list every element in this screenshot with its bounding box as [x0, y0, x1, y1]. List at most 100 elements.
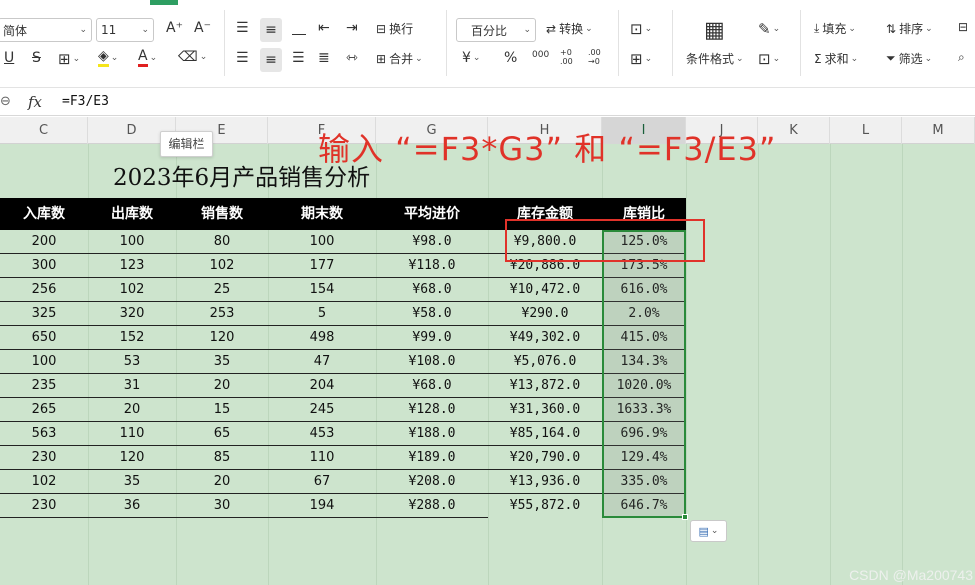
table-cell[interactable]: 204	[268, 374, 376, 398]
increase-decimal-button[interactable]: +0 .00	[560, 48, 580, 66]
filter-button[interactable]: ⏷ 筛选 ⌄	[886, 50, 932, 67]
border-button[interactable]: ⊞ ⌄	[58, 50, 80, 68]
justify-icon[interactable]: ≣	[318, 50, 330, 66]
align-bottom-icon[interactable]: ⎽	[292, 20, 306, 36]
table-cell[interactable]: ¥85,164.0	[488, 422, 602, 446]
underline-button[interactable]: U	[4, 50, 14, 66]
table-cell[interactable]: 35	[88, 470, 176, 494]
table-cell[interactable]: ¥188.0	[376, 422, 488, 446]
table-cell[interactable]: 123	[88, 254, 176, 278]
number-format-select[interactable]: 百分比 ⌄	[456, 18, 536, 42]
table-cell[interactable]: 100	[0, 350, 88, 374]
fill-color-button[interactable]: ◈ ⌄	[98, 48, 118, 67]
table-cell[interactable]: 5	[268, 302, 376, 326]
column-header-c[interactable]: C	[0, 117, 88, 144]
table-cell[interactable]: 25	[176, 278, 268, 302]
header-cell[interactable]: 出库数	[88, 198, 176, 230]
table-cell[interactable]: ¥13,872.0	[488, 374, 602, 398]
table-cell[interactable]: 35	[176, 350, 268, 374]
table-cell[interactable]: 15	[176, 398, 268, 422]
table-cell[interactable]: 20	[88, 398, 176, 422]
table-cell[interactable]: 47	[268, 350, 376, 374]
table-cell[interactable]: ¥20,790.0	[488, 446, 602, 470]
table-cell[interactable]: ¥68.0	[376, 374, 488, 398]
table-cell[interactable]: 650	[0, 326, 88, 350]
table-cell[interactable]: 20	[176, 470, 268, 494]
quick-analysis-button[interactable]: ▤ ⌄	[690, 520, 727, 542]
table-cell[interactable]: 230	[0, 494, 88, 518]
cell-style-button[interactable]: ✎ ⌄	[758, 20, 780, 38]
table-cell[interactable]: ¥49,302.0	[488, 326, 602, 350]
fx-icon[interactable]: fx	[28, 93, 42, 111]
header-cell[interactable]: 入库数	[0, 198, 88, 230]
table-cell[interactable]: ¥128.0	[376, 398, 488, 422]
header-cell[interactable]: 期末数	[268, 198, 376, 230]
currency-button[interactable]: ¥ ⌄	[462, 50, 480, 66]
table-cell[interactable]: 154	[268, 278, 376, 302]
merge-button[interactable]: ⊞ 合并 ⌄	[376, 50, 423, 67]
align-right-icon[interactable]: ☰	[292, 50, 305, 66]
column-header-m[interactable]: M	[902, 117, 975, 144]
align-left-icon[interactable]: ☰	[236, 50, 249, 66]
table-cell[interactable]: 100	[268, 230, 376, 254]
clear-format-button[interactable]: ⌫ ⌄	[178, 49, 207, 65]
table-cell[interactable]: 235	[0, 374, 88, 398]
table-cell[interactable]: 325	[0, 302, 88, 326]
zoom-icon[interactable]: ⊖	[0, 94, 11, 109]
table-cell[interactable]: 67	[268, 470, 376, 494]
sort-button[interactable]: ⇅ 排序 ⌄	[886, 20, 933, 37]
table-cell[interactable]: 177	[268, 254, 376, 278]
align-middle-icon[interactable]: ≡	[260, 18, 282, 42]
table-cell[interactable]: 320	[88, 302, 176, 326]
find-icon[interactable]: ⌕	[958, 50, 965, 65]
format-painter-icon[interactable]: ⊟	[958, 20, 968, 34]
thousands-button[interactable]: 000	[532, 50, 549, 60]
table-cell[interactable]: 100	[88, 230, 176, 254]
table-cell[interactable]: 102	[176, 254, 268, 278]
table-cell[interactable]: 53	[88, 350, 176, 374]
table-cell[interactable]: 80	[176, 230, 268, 254]
table-cell[interactable]: ¥55,872.0	[488, 494, 602, 518]
table-cell[interactable]: 498	[268, 326, 376, 350]
worksheet-grid[interactable]: 输入 “=F3*G3” 和 “=F3/E3” 2023年6月产品销售分析 入库数…	[0, 130, 975, 585]
table-cell[interactable]: 20	[176, 374, 268, 398]
worksheet-button[interactable]: ⊞ ⌄	[630, 50, 652, 68]
increase-font-button[interactable]: A⁺	[166, 20, 183, 36]
decrease-font-button[interactable]: A⁻	[194, 20, 211, 36]
table-cell[interactable]: 265	[0, 398, 88, 422]
table-cell[interactable]: 120	[88, 446, 176, 470]
align-top-icon[interactable]: ☰	[236, 20, 249, 36]
table-cell[interactable]: 194	[268, 494, 376, 518]
table-cell[interactable]: 31	[88, 374, 176, 398]
table-cell[interactable]: ¥31,360.0	[488, 398, 602, 422]
table-cell[interactable]: 36	[88, 494, 176, 518]
table-cell[interactable]: ¥288.0	[376, 494, 488, 518]
conditional-format-icon[interactable]: ▦	[704, 18, 725, 43]
strikethrough-button[interactable]: S	[32, 50, 41, 66]
table-cell[interactable]: 230	[0, 446, 88, 470]
font-color-button[interactable]: A ⌄	[138, 48, 157, 67]
formula-input[interactable]: =F3/E3	[62, 94, 109, 109]
table-cell[interactable]: 120	[176, 326, 268, 350]
table-cell[interactable]: ¥290.0	[488, 302, 602, 326]
table-cell[interactable]: 110	[268, 446, 376, 470]
table-cell[interactable]: 200	[0, 230, 88, 254]
wrap-text-button[interactable]: ⊟ 换行	[376, 20, 413, 37]
table-cell[interactable]: ¥189.0	[376, 446, 488, 470]
table-cell[interactable]: 256	[0, 278, 88, 302]
table-cell[interactable]: 110	[88, 422, 176, 446]
table-cell[interactable]: ¥208.0	[376, 470, 488, 494]
convert-button[interactable]: ⇄ 转换 ⌄	[546, 20, 593, 37]
table-cell[interactable]: 453	[268, 422, 376, 446]
table-cell[interactable]: 152	[88, 326, 176, 350]
rows-cols-button[interactable]: ⊡ ⌄	[630, 20, 652, 38]
table-cell[interactable]: ¥68.0	[376, 278, 488, 302]
align-center-icon[interactable]: ≡	[260, 48, 282, 72]
selected-range[interactable]	[602, 230, 686, 518]
header-cell[interactable]: 销售数	[176, 198, 268, 230]
distributed-icon[interactable]: ⇿	[346, 50, 358, 66]
conditional-format-button[interactable]: 条件格式 ⌄	[686, 50, 744, 67]
table-cell[interactable]: ¥118.0	[376, 254, 488, 278]
table-cell[interactable]: 30	[176, 494, 268, 518]
table-cell[interactable]: 563	[0, 422, 88, 446]
